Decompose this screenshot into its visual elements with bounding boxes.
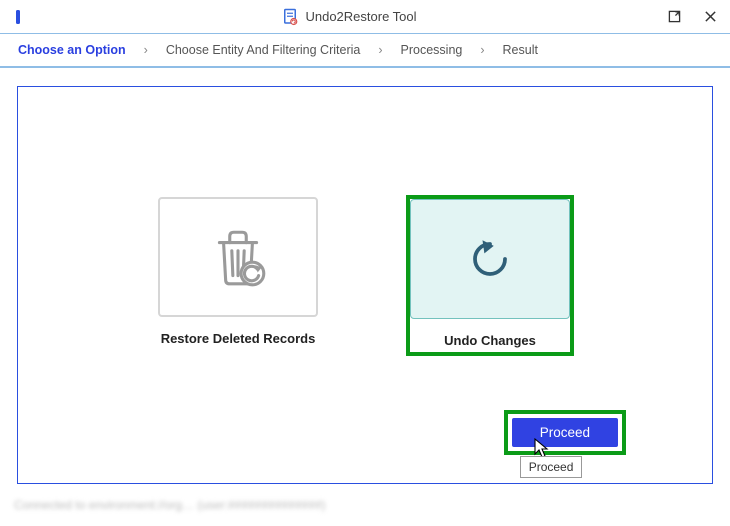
proceed-button[interactable]: Proceed	[512, 418, 618, 447]
breadcrumb-step-processing[interactable]: Processing	[401, 43, 463, 57]
option-label: Undo Changes	[444, 333, 536, 348]
maximize-button[interactable]	[664, 7, 684, 27]
close-icon	[704, 10, 717, 23]
chevron-right-icon: ›	[480, 43, 484, 57]
proceed-highlight: Proceed	[504, 410, 626, 455]
close-button[interactable]	[700, 7, 720, 27]
option-label: Restore Deleted Records	[161, 331, 316, 346]
titlebar-app-icon	[10, 9, 34, 25]
chevron-right-icon: ›	[144, 43, 148, 57]
window-title: Undo2Restore Tool	[305, 9, 416, 24]
maximize-icon	[668, 10, 681, 23]
titlebar: Undo2Restore Tool	[0, 0, 730, 34]
status-bar: Connected to environment://org… (user:##…	[0, 494, 730, 516]
undo-icon	[460, 229, 520, 289]
breadcrumb-step-choose-entity[interactable]: Choose Entity And Filtering Criteria	[166, 43, 361, 57]
breadcrumb: Choose an Option › Choose Entity And Fil…	[0, 34, 730, 68]
option-card	[158, 197, 318, 317]
trash-restore-icon	[205, 224, 271, 290]
breadcrumb-step-result[interactable]: Result	[503, 43, 538, 57]
app-icon	[10, 9, 26, 25]
proceed-tooltip: Proceed	[520, 456, 583, 478]
breadcrumb-step-choose-option[interactable]: Choose an Option	[18, 43, 126, 57]
document-icon	[281, 8, 299, 26]
option-restore-deleted-records[interactable]: Restore Deleted Records	[158, 197, 318, 354]
options-row: Restore Deleted Records Undo Changes	[18, 197, 712, 354]
chevron-right-icon: ›	[378, 43, 382, 57]
proceed-area: Proceed Proceed	[504, 410, 626, 455]
content-panel: Restore Deleted Records Undo Changes Pro…	[17, 86, 713, 484]
window-controls	[664, 7, 720, 27]
titlebar-title-area: Undo2Restore Tool	[34, 8, 664, 26]
option-card	[410, 199, 570, 319]
option-undo-changes[interactable]: Undo Changes	[408, 197, 572, 354]
